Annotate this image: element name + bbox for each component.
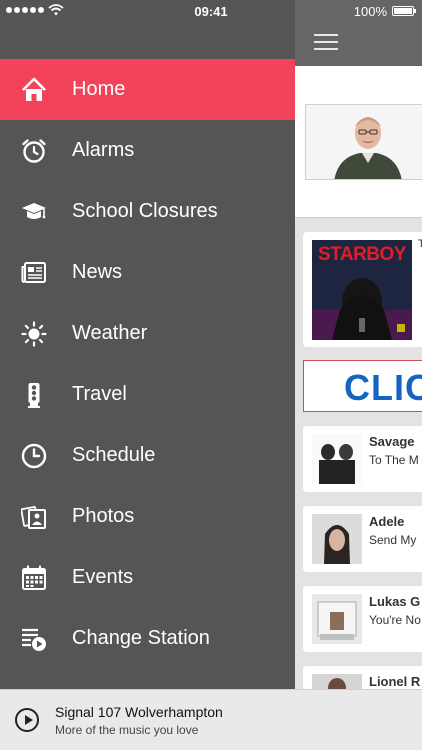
battery-percentage: 100% [353,4,387,19]
menu-label: Weather [72,322,148,344]
menu-label: Alarms [72,139,135,161]
track-thumbnail [312,514,362,564]
newspaper-icon [20,259,48,287]
menu-item-weather[interactable]: Weather [0,303,295,364]
sun-icon [20,320,48,348]
home-icon [20,76,48,104]
menu-label: Schedule [72,444,156,466]
track-card[interactable]: Lukas G You're No [303,586,422,652]
menu-item-home[interactable]: Home [0,59,295,120]
track-artist: Lukas G [369,594,421,609]
menu-item-travel[interactable]: Travel [0,364,295,425]
track-artist: Savage [369,434,415,449]
track-title: To The M [369,453,419,467]
menu-label: Events [72,566,134,588]
presenter-card[interactable] [295,66,422,218]
hamburger-menu-icon[interactable] [314,34,338,50]
advert-banner[interactable]: CLIC [303,360,422,412]
station-tagline: More of the music you love [55,723,199,737]
menu-label: Change Station [72,627,210,649]
track-artist: Lionel R [369,674,421,689]
player-bar: Signal 107 Wolverhampton More of the mus… [0,689,422,750]
main-content: STARBOY T CLIC Savage To The M Adele Sen… [295,0,422,750]
menu-item-schedule[interactable]: Schedule [0,425,295,486]
track-thumbnail [312,594,362,644]
menu-label: News [72,261,123,283]
playlist-icon [20,625,48,653]
menu-item-change-station[interactable]: Change Station [0,608,295,669]
track-thumbnail [312,434,362,484]
track-artist: Adele [369,514,405,529]
menu-item-events[interactable]: Events [0,547,295,608]
card-text-fragment: T [418,238,422,250]
menu-label: Travel [72,383,127,405]
battery-icon [392,6,416,16]
graduation-cap-icon [20,198,48,226]
menu-item-school-closures[interactable]: School Closures [0,181,295,242]
alarm-clock-icon [20,137,48,165]
menu-item-photos[interactable]: Photos [0,486,295,547]
album-art: STARBOY [312,240,412,340]
calendar-icon [20,564,48,592]
traffic-light-icon [20,381,48,409]
track-card[interactable]: Savage To The M [303,426,422,492]
now-playing-card[interactable]: STARBOY T [303,232,422,347]
play-icon[interactable] [15,708,39,732]
track-title: You're No [369,613,421,627]
status-bar: 09:41 100% [0,0,422,22]
navigation-menu: Home Alarms School Closures News Weather [0,59,295,669]
clock-icon [20,442,48,470]
album-title: STARBOY [318,244,406,265]
menu-item-alarms[interactable]: Alarms [0,120,295,181]
menu-label: Photos [72,505,135,527]
photos-icon [20,503,48,531]
menu-label: School Closures [72,200,218,222]
menu-item-news[interactable]: News [0,242,295,303]
banner-text: CLIC [344,367,422,408]
station-name: Signal 107 Wolverhampton [55,704,223,720]
menu-label: Home [72,78,126,100]
side-drawer: Home Alarms School Closures News Weather [0,0,295,750]
track-card[interactable]: Adele Send My [303,506,422,572]
presenter-photo [305,104,422,180]
track-title: Send My [369,533,417,547]
